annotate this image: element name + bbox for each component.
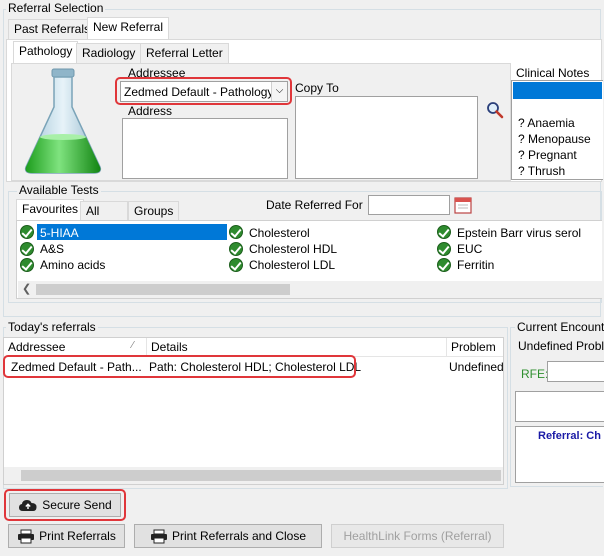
addressee-value: Zedmed Default - Pathology (124, 85, 274, 99)
check-icon (229, 242, 243, 256)
check-icon (229, 258, 243, 272)
tab-groups[interactable]: Groups (128, 201, 180, 221)
tab-new-referral[interactable]: New Referral (87, 17, 170, 39)
check-icon (437, 225, 451, 239)
check-icon (437, 242, 451, 256)
referrals-horizontal-scrollbar[interactable] (4, 467, 503, 484)
referrals-table-header: Addressee ⁄ Details Problem (4, 338, 503, 357)
clinical-note-selected-row[interactable] (513, 82, 602, 99)
row-details: Path: Cholesterol HDL; Cholesterol LDL (149, 360, 362, 374)
current-encounter-legend: Current Encount (515, 320, 604, 334)
available-tests-legend: Available Tests (17, 183, 101, 197)
cloud-upload-icon (19, 500, 37, 511)
row-addressee: Zedmed Default - Path... (11, 360, 142, 374)
rfe-input[interactable] (547, 361, 604, 382)
scrollbar-thumb[interactable] (36, 284, 290, 295)
test-item[interactable]: Epstein Barr virus serol (457, 226, 581, 240)
check-icon (20, 258, 34, 272)
clinical-notes-label: Clinical Notes (516, 66, 590, 80)
encounter-notes-field[interactable] (515, 391, 604, 422)
date-referred-label: Date Referred For (266, 198, 363, 212)
tab-all[interactable]: All (80, 201, 128, 221)
calendar-icon[interactable] (453, 195, 473, 215)
tab-radiology[interactable]: Radiology (76, 43, 142, 63)
test-item[interactable]: EUC (457, 242, 482, 256)
printer-icon (18, 529, 35, 543)
test-item[interactable]: Amino acids (40, 258, 105, 272)
secure-send-button[interactable]: Secure Send (9, 493, 121, 517)
clinical-note-item[interactable]: ? Anaemia (518, 116, 575, 130)
clinical-note-item[interactable]: ? Menopause (518, 132, 591, 146)
column-header-details[interactable]: Details (147, 338, 447, 356)
addressee-select[interactable]: Zedmed Default - Pathology ⌵ (120, 81, 288, 102)
chevron-down-icon[interactable]: ⌵ (271, 82, 287, 101)
tests-list: 5-HIAA A&S Amino acids Cholesterol Chole… (16, 220, 602, 299)
column-header-problem[interactable]: Problem (447, 338, 503, 356)
todays-referrals-legend: Today's referrals (6, 320, 98, 334)
healthlink-forms-label: HealthLink Forms (Referral) (343, 529, 492, 543)
print-referrals-label: Print Referrals (39, 529, 116, 543)
address-field[interactable] (122, 118, 288, 179)
check-icon (20, 242, 34, 256)
scroll-left-icon[interactable]: ❮ (22, 282, 31, 295)
test-item[interactable]: Cholesterol HDL (249, 242, 337, 256)
clinical-note-item[interactable]: ? Thrush (518, 164, 565, 178)
test-item[interactable]: Ferritin (457, 258, 494, 272)
date-referred-input[interactable] (368, 195, 450, 215)
check-icon (20, 225, 34, 239)
test-item[interactable]: 5-HIAA (40, 226, 79, 240)
scrollbar-thumb[interactable] (21, 470, 501, 481)
print-referrals-close-button[interactable]: Print Referrals and Close (134, 524, 322, 548)
encounter-referral-text: Referral: Ch (538, 430, 601, 442)
tests-horizontal-scrollbar[interactable]: ❮ (18, 281, 602, 298)
column-header-addressee[interactable]: Addressee (4, 338, 147, 356)
search-icon[interactable] (486, 101, 504, 119)
row-problem: Undefined (449, 360, 503, 374)
print-referrals-close-label: Print Referrals and Close (171, 529, 307, 543)
clinical-notes-list[interactable]: ? Anaemia ? Menopause ? Pregnant ? Thrus… (511, 80, 603, 180)
tab-pathology[interactable]: Pathology (13, 41, 79, 63)
secure-send-label: Secure Send (42, 498, 112, 512)
column-resize-icon: ⁄ (132, 340, 134, 351)
printer-icon (150, 529, 167, 543)
flask-icon (24, 68, 102, 174)
addressee-label: Addressee (128, 66, 186, 80)
address-label: Address (128, 104, 173, 118)
check-icon (437, 258, 451, 272)
referral-selection-legend: Referral Selection (6, 1, 106, 15)
tab-past-referrals[interactable]: Past Referrals (8, 19, 97, 39)
clinical-note-item[interactable]: ? Pregnant (518, 148, 577, 162)
test-item[interactable]: Cholesterol (249, 226, 310, 240)
test-item[interactable]: A&S (40, 242, 64, 256)
copy-to-field[interactable] (295, 96, 478, 179)
tab-referral-letter[interactable]: Referral Letter (140, 43, 229, 63)
tab-favourites[interactable]: Favourites (16, 199, 85, 221)
test-item[interactable]: Cholesterol LDL (249, 258, 335, 272)
copy-to-label: Copy To (295, 81, 339, 95)
print-referrals-button[interactable]: Print Referrals (8, 524, 125, 548)
encounter-referral-panel: Referral: Ch (515, 426, 604, 483)
table-row[interactable]: Zedmed Default - Path... Path: Cholester… (4, 358, 503, 376)
current-encounter-problem: Undefined Probl (518, 339, 604, 353)
rfe-label: RFE: (521, 367, 549, 381)
healthlink-forms-button[interactable]: HealthLink Forms (Referral) (331, 524, 504, 548)
check-icon (229, 225, 243, 239)
referrals-table: Addressee ⁄ Details Problem Zedmed Defau… (3, 337, 504, 485)
